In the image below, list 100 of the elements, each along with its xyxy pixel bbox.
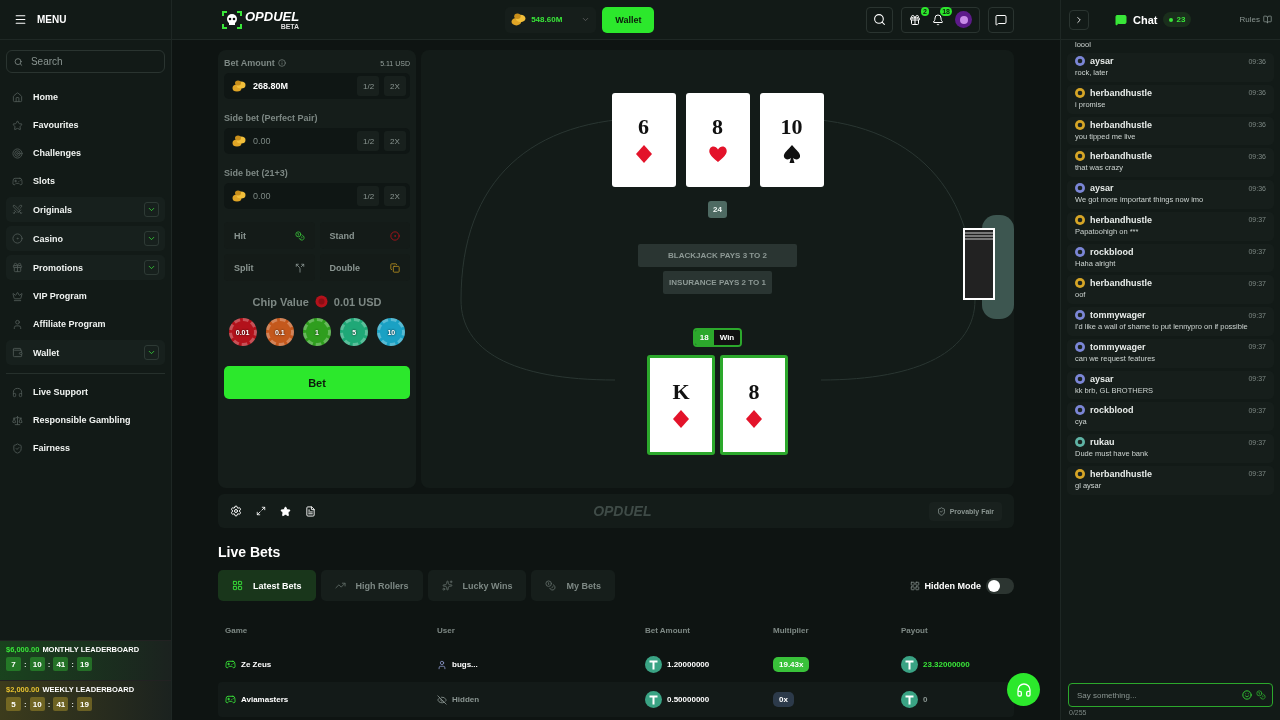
nav-item[interactable]: Favourites [6, 111, 165, 139]
tip-icon[interactable] [1256, 690, 1266, 700]
double-button[interactable]: 2X [384, 186, 406, 206]
nav-item[interactable]: Live Support [6, 378, 165, 406]
nav-item[interactable]: Affiliate Program [6, 310, 165, 338]
search-icon [873, 13, 886, 26]
username[interactable]: herbandhustle [1090, 151, 1244, 162]
nav-item[interactable]: Responsible Gambling [6, 406, 165, 434]
dealer-total: 24 [708, 201, 727, 218]
column-header: Game [225, 625, 249, 635]
emoji-icon[interactable] [1242, 690, 1252, 700]
half-button[interactable]: 1/2 [357, 76, 379, 96]
expand-chevron-icon[interactable] [144, 345, 159, 360]
settings-icon[interactable] [230, 505, 242, 517]
diamond-suit-icon [671, 409, 691, 429]
multiplier-badge: 0x [773, 692, 794, 707]
search-button[interactable] [866, 6, 893, 33]
rank-badge-icon [1075, 468, 1085, 479]
token-icon [901, 656, 918, 673]
payout-banner: BLACKJACK PAYS 3 TO 2 [638, 244, 797, 267]
message-box[interactable]: Say something... [1068, 683, 1273, 707]
skull-logo-icon [222, 10, 242, 29]
rank-badge-icon [1075, 183, 1085, 193]
nav-icon [12, 119, 23, 131]
game-icon [225, 659, 236, 670]
favourite-icon[interactable] [280, 505, 291, 517]
double-button[interactable]: 2X [384, 131, 406, 151]
menu-icon[interactable] [14, 13, 27, 26]
nav-item[interactable]: VIP Program [6, 282, 165, 310]
timer-separator: : [71, 699, 74, 709]
nav-item[interactable]: Wallet [6, 340, 165, 365]
bet-amount-field[interactable]: 0.00 1/2 2X [224, 183, 410, 209]
chevron-icon [1074, 14, 1084, 25]
bet-amount-field[interactable]: 268.80M 1/2 2X [224, 73, 410, 99]
expand-chevron-icon[interactable] [144, 231, 159, 246]
username[interactable]: herbandhustle [1090, 87, 1244, 98]
expand-chevron-icon[interactable] [144, 202, 159, 217]
username[interactable]: rockblood [1090, 405, 1244, 416]
search-icon [14, 56, 23, 67]
diamond-suit-icon [744, 409, 764, 429]
half-button[interactable]: 1/2 [357, 186, 379, 206]
online-count: 23 [1163, 12, 1192, 27]
username[interactable]: tommywager [1090, 341, 1244, 352]
headset-icon [1015, 681, 1032, 698]
nav-item[interactable]: Fairness [6, 434, 165, 462]
search-field[interactable]: Search [28, 51, 157, 72]
chat-toggle-button[interactable] [988, 6, 1014, 33]
chat-icon [995, 13, 1007, 26]
bet-button[interactable]: Bet [224, 366, 410, 399]
username[interactable]: herbandhustle [1090, 278, 1244, 289]
username[interactable]: rockblood [1090, 246, 1244, 257]
username[interactable]: rukau [1090, 437, 1244, 447]
bets-tab[interactable]: My Bets [531, 570, 615, 601]
user-cell: Hidden [452, 695, 480, 704]
nav-item[interactable]: Casino [6, 226, 165, 251]
username[interactable]: aysar [1090, 183, 1244, 193]
column-header: Payout [901, 625, 929, 635]
username[interactable]: herbandhustle [1090, 214, 1244, 225]
username[interactable]: herbandhustle [1090, 468, 1244, 479]
hidden-mode-toggle[interactable] [986, 577, 1014, 594]
nav-item[interactable]: Challenges [6, 139, 165, 167]
double-button[interactable]: 2X [384, 76, 406, 96]
playing-card: 6 [611, 93, 676, 187]
username[interactable]: tommywager [1090, 310, 1244, 320]
username[interactable]: herbandhustle [1090, 119, 1244, 130]
payout-banner: INSURANCE PAYS 2 TO 1 [663, 271, 772, 294]
column-header: Multiplier [773, 625, 810, 635]
rules-link[interactable]: Rules [1239, 15, 1272, 24]
nav-item[interactable]: Home [6, 83, 165, 111]
document-icon[interactable] [305, 505, 316, 517]
nav-item[interactable]: Originals [6, 197, 165, 222]
half-button[interactable]: 1/2 [357, 131, 379, 151]
rank-badge-icon [1075, 341, 1085, 352]
chat-icon [1115, 13, 1127, 26]
expand-chevron-icon[interactable] [144, 260, 159, 275]
playing-card: 10 [759, 93, 824, 187]
nav-item[interactable]: Promotions [6, 255, 165, 280]
fullscreen-icon[interactable] [256, 506, 266, 516]
bets-tab[interactable]: Latest Bets [218, 570, 316, 601]
coins-icon [232, 79, 246, 93]
section-title: Live Bets [218, 544, 282, 560]
search-box[interactable]: Search [6, 50, 165, 73]
username[interactable]: aysar [1090, 56, 1244, 66]
bets-tab[interactable]: High Rollers [320, 570, 423, 601]
caret-icon [581, 15, 591, 24]
balance-selector[interactable]: 548.60M [505, 6, 597, 33]
wallet-button[interactable]: Wallet [602, 6, 655, 33]
gift-icon[interactable] [909, 13, 921, 26]
bet-amount-field[interactable]: 0.00 1/2 2X [224, 128, 410, 154]
support-button[interactable] [1007, 673, 1040, 706]
nav-icon [12, 91, 23, 103]
nav-item[interactable]: Slots [6, 167, 165, 195]
user-avatar[interactable] [955, 11, 972, 28]
username[interactable]: aysar [1090, 373, 1244, 384]
bets-tab[interactable]: Lucky Wins [427, 570, 527, 601]
menu-label: MENU [37, 14, 67, 25]
chat-input[interactable]: Say something... [1075, 684, 1238, 706]
info-icon[interactable] [277, 59, 286, 67]
heart-suit-icon [707, 144, 728, 164]
bell-icon[interactable] [932, 13, 944, 26]
